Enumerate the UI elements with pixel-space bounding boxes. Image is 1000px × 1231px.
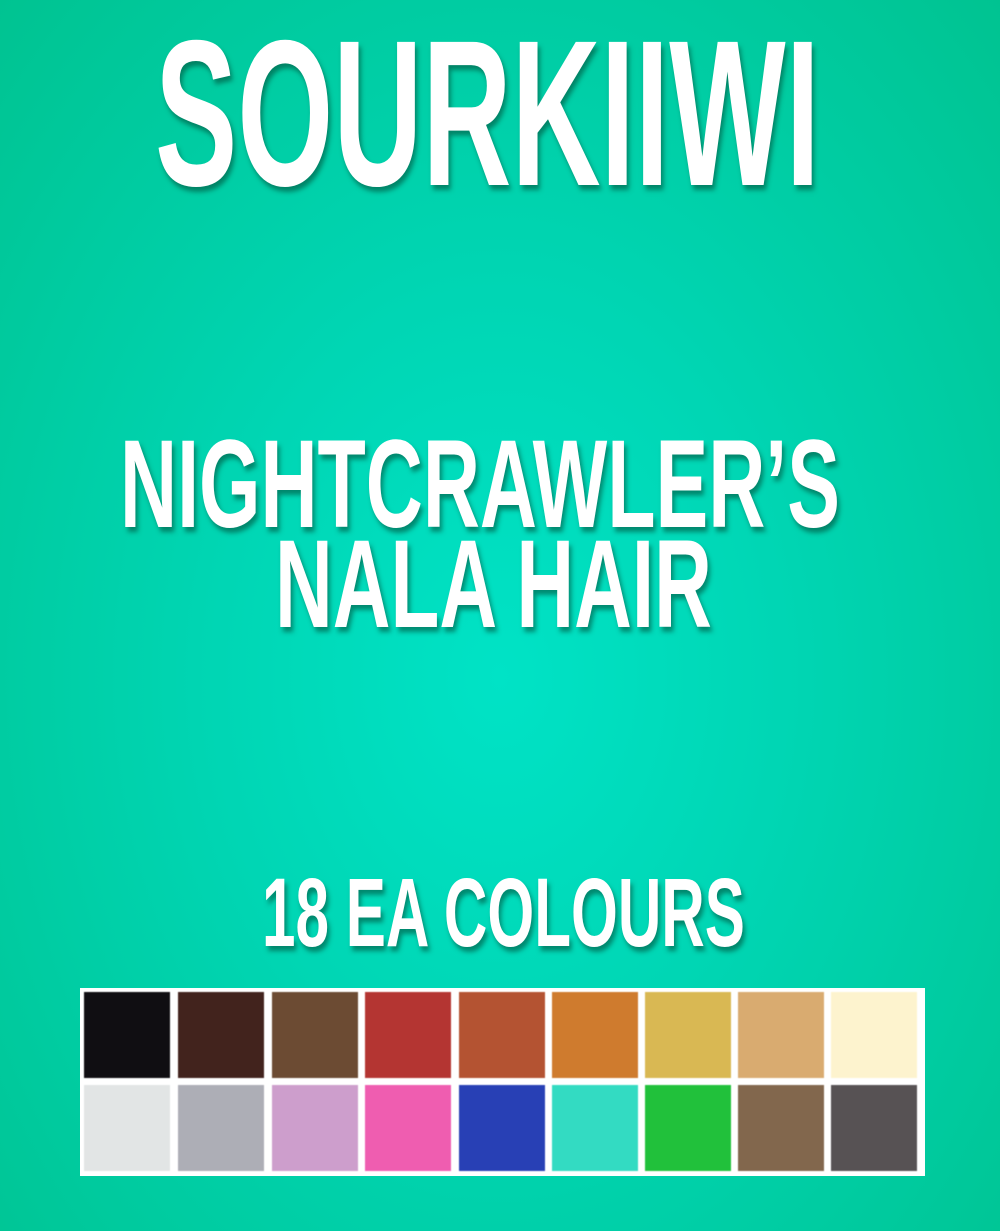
colour-swatch xyxy=(272,992,358,1078)
colour-swatch xyxy=(645,992,731,1078)
colour-swatch xyxy=(84,1085,170,1171)
colour-swatch xyxy=(365,1085,451,1171)
colour-swatch xyxy=(178,992,264,1078)
colour-swatch xyxy=(831,1085,917,1171)
colour-swatch xyxy=(178,1085,264,1171)
colour-swatch xyxy=(645,1085,731,1171)
colour-swatch xyxy=(831,992,917,1078)
colour-swatch xyxy=(738,992,824,1078)
colour-swatch xyxy=(459,992,545,1078)
colour-count-label: 18 EA COLOURS xyxy=(262,858,745,967)
colour-swatch xyxy=(272,1085,358,1171)
colour-swatch xyxy=(365,992,451,1078)
brand-title: SOURKIIWI xyxy=(155,0,820,230)
colour-swatch xyxy=(552,1085,638,1171)
colour-swatch xyxy=(552,992,638,1078)
colour-swatch-panel xyxy=(80,988,925,1176)
colour-swatch xyxy=(84,992,170,1078)
product-title-line2: NALA HAIR xyxy=(275,515,712,654)
colour-swatch xyxy=(459,1085,545,1171)
colour-swatch xyxy=(738,1085,824,1171)
